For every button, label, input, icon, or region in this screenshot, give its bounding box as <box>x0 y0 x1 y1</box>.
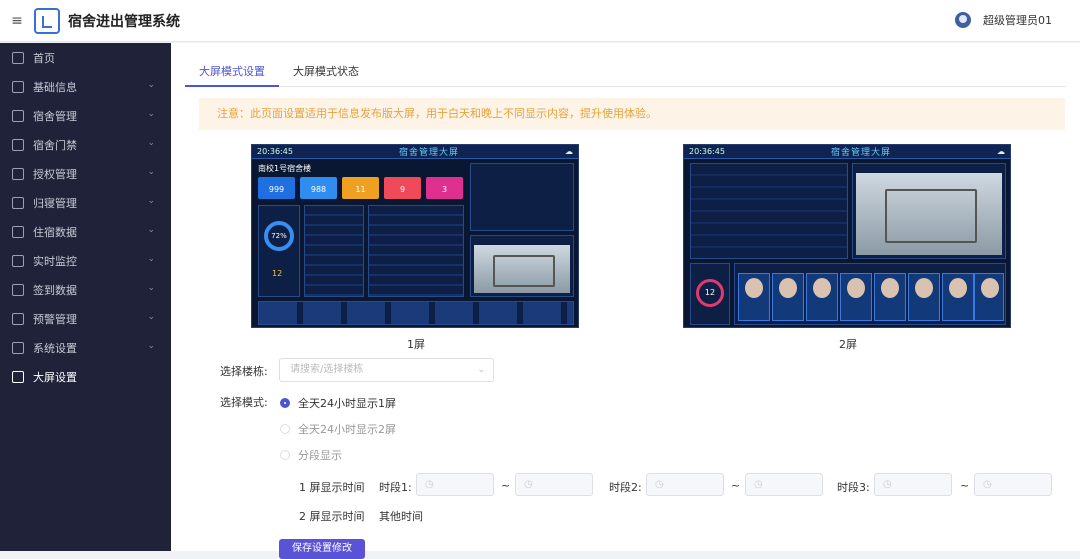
chevron-down-icon: ⌄ <box>147 196 155 206</box>
sidebar-item-authorization[interactable]: 授权管理 ⌄ <box>0 159 171 188</box>
hamburger-menu-icon[interactable]: ≡ <box>0 13 34 29</box>
chevron-down-icon: ⌄ <box>147 283 155 293</box>
house-icon <box>12 196 24 209</box>
tab-screen-mode-status[interactable]: 大屏模式状态 <box>279 57 373 87</box>
screen-icon <box>12 370 24 383</box>
period1-label: 时段1: <box>379 481 412 494</box>
building-select[interactable]: 请搜索/选择楼栋 ⌄ <box>279 358 494 382</box>
sidebar-item-home[interactable]: 首页 <box>0 43 171 72</box>
dorm-photo <box>474 245 570 293</box>
screen-1-caption: 1屏 <box>407 338 425 351</box>
screen2-time-label: 2 屏显示时间 <box>299 510 365 523</box>
clock-icon: ◷ <box>754 479 763 490</box>
save-button[interactable]: 保存设置修改 <box>279 539 365 559</box>
mode-radio-segmented[interactable]: 分段显示 <box>280 447 342 463</box>
chevron-down-icon: ⌄ <box>147 341 155 351</box>
screen-2-caption: 2屏 <box>839 338 857 351</box>
preview-building: 南校1号宿舍楼 <box>258 164 312 173</box>
sidebar-item-dorm-management[interactable]: 宿舍管理 ⌄ <box>0 101 171 130</box>
chevron-down-icon: ⌄ <box>477 365 485 375</box>
weather-icon: ☁ <box>564 147 573 156</box>
screen-1-preview[interactable]: 20:36:45 宿舍管理大屏 ☁ 南校1号宿舍楼 999 988 11 9 3… <box>251 144 579 328</box>
sidebar-item-return[interactable]: 归寝管理 ⌄ <box>0 188 171 217</box>
sidebar-item-alert[interactable]: 预警管理 ⌄ <box>0 304 171 333</box>
chevron-down-icon: ⌄ <box>147 80 155 90</box>
period1-start-input[interactable]: ◷ <box>416 473 494 496</box>
notice-banner: 注意：此页面设置适用于信息发布版大屏，用于白天和晚上不同显示内容，提升使用体验。 <box>199 98 1065 130</box>
sidebar-item-screen-settings[interactable]: 大屏设置 <box>0 362 171 391</box>
building-label: 选择楼栋: <box>220 365 268 378</box>
clock-icon: ◷ <box>425 479 434 490</box>
chevron-down-icon: ⌄ <box>147 109 155 119</box>
screen1-time-label: 1 屏显示时间 <box>299 481 365 494</box>
dorm-photo <box>856 173 1002 255</box>
clock-icon: ◷ <box>983 479 992 490</box>
chevron-down-icon: ⌄ <box>147 138 155 148</box>
info-icon <box>12 80 24 93</box>
chevron-down-icon: ⌄ <box>147 254 155 264</box>
top-bar: ≡ 宿舍进出管理系统 超级管理员01 <box>0 0 1080 42</box>
mode-radio-screen2[interactable]: 全天24小时显示2屏 <box>280 421 396 437</box>
period3-end-input[interactable]: ◷ <box>974 473 1052 496</box>
chevron-down-icon: ⌄ <box>147 225 155 235</box>
sidebar: 首页 基础信息 ⌄ 宿舍管理 ⌄ 宿舍门禁 ⌄ 授权管理 ⌄ 归寝管理 ⌄ 住宿数据 ⌄ 实… <box>0 43 171 551</box>
edit-icon <box>12 283 24 296</box>
other-time-text: 其他时间 <box>379 510 423 523</box>
clock-icon: ◷ <box>524 479 533 490</box>
monitor-icon <box>12 254 24 267</box>
sidebar-item-monitoring[interactable]: 实时监控 ⌄ <box>0 246 171 275</box>
shield-icon <box>12 167 24 180</box>
sidebar-item-system-settings[interactable]: 系统设置 ⌄ <box>0 333 171 362</box>
period2-label: 时段2: <box>609 481 642 494</box>
data-icon <box>12 225 24 238</box>
app-title: 宿舍进出管理系统 <box>68 13 180 30</box>
sidebar-item-door-access[interactable]: 宿舍门禁 ⌄ <box>0 130 171 159</box>
tab-bar: 大屏模式设置 大屏模式状态 <box>185 57 1066 87</box>
period1-end-input[interactable]: ◷ <box>515 473 593 496</box>
avatar[interactable] <box>955 12 971 28</box>
home-icon <box>12 51 24 64</box>
chevron-down-icon: ⌄ <box>147 312 155 322</box>
weather-icon: ☁ <box>996 147 1005 156</box>
clock-icon: ◷ <box>883 479 892 490</box>
period2-start-input[interactable]: ◷ <box>646 473 724 496</box>
tab-screen-mode-settings[interactable]: 大屏模式设置 <box>185 57 279 87</box>
dorm-icon <box>12 109 24 122</box>
user-name[interactable]: 超级管理员01 <box>983 12 1052 28</box>
preview-header: 20:36:45 宿舍管理大屏 ☁ <box>252 145 578 159</box>
period3-label: 时段3: <box>837 481 870 494</box>
chevron-down-icon: ⌄ <box>147 167 155 177</box>
alert-icon <box>12 312 24 325</box>
user-menu[interactable]: 超级管理员01 <box>955 12 1052 28</box>
gear-icon <box>12 341 24 354</box>
main-content: 大屏模式设置 大屏模式状态 注意：此页面设置适用于信息发布版大屏，用于白天和晚上… <box>171 43 1080 559</box>
mode-label: 选择模式: <box>220 396 268 409</box>
period3-start-input[interactable]: ◷ <box>874 473 952 496</box>
door-icon <box>12 138 24 151</box>
clock-icon: ◷ <box>655 479 664 490</box>
screen-2-preview[interactable]: 20:36:45 宿舍管理大屏 ☁ 12 <box>683 144 1011 328</box>
preview-header: 20:36:45 宿舍管理大屏 ☁ <box>684 145 1010 159</box>
sidebar-item-checkin[interactable]: 签到数据 ⌄ <box>0 275 171 304</box>
sidebar-item-basic-info[interactable]: 基础信息 ⌄ <box>0 72 171 101</box>
sidebar-item-residence-data[interactable]: 住宿数据 ⌄ <box>0 217 171 246</box>
period2-end-input[interactable]: ◷ <box>745 473 823 496</box>
mode-radio-screen1[interactable]: 全天24小时显示1屏 <box>280 395 396 411</box>
app-logo-icon <box>34 7 60 34</box>
